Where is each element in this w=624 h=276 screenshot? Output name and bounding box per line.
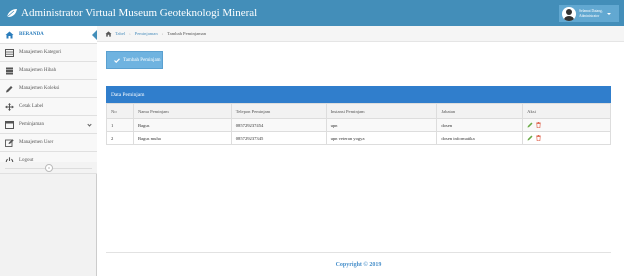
sidebar-item-cetak-label[interactable]: Cetak Label xyxy=(0,98,97,116)
sidebar-item-beranda[interactable]: BERANDA xyxy=(0,26,98,44)
breadcrumb-separator: › xyxy=(129,31,131,36)
edit-icon xyxy=(5,138,14,147)
calendar-icon xyxy=(5,120,14,129)
brand-title: Administrator Virtual Museum Geoteknolog… xyxy=(21,7,258,19)
arrows-icon xyxy=(5,102,14,111)
pencil-icon[interactable] xyxy=(527,122,533,128)
table-header-row: No Nama Peminjam Telepon Peminjam Instan… xyxy=(106,103,611,119)
breadcrumb-home[interactable]: Tabel xyxy=(115,31,125,36)
add-peminjam-label: Tambah Peminjam xyxy=(123,57,161,63)
pencil-icon[interactable] xyxy=(527,135,533,141)
column-header-nama[interactable]: Nama Peminjam xyxy=(132,103,232,119)
trash-icon[interactable] xyxy=(536,134,541,141)
sidebar-item-label: Manajemen User xyxy=(19,140,54,145)
table-row: 1 Bagus 085729237454 upn dosen xyxy=(106,118,611,132)
table-row: 2 Bagus muha 085729237345 upn veteran yo… xyxy=(106,131,611,145)
column-header-no[interactable]: No xyxy=(106,103,134,119)
cell-jabatan: dosen xyxy=(436,118,524,132)
user-greeting: Selamat Datang, xyxy=(579,9,603,14)
top-navbar: Administrator Virtual Museum Geoteknolog… xyxy=(0,0,624,26)
column-header-instansi[interactable]: Instansi Peminjam xyxy=(325,103,438,119)
footer-divider xyxy=(106,252,611,253)
user-info: Selamat Datang, Administrator xyxy=(579,9,603,17)
user-role: Administrator xyxy=(579,13,600,18)
footer-copyright: Copyright © 2019 xyxy=(335,262,382,268)
sidebar-item-manajemen-user[interactable]: Manajemen User xyxy=(0,134,97,152)
add-peminjam-button[interactable]: Tambah Peminjam xyxy=(106,51,163,69)
sidebar-collapse-row: « xyxy=(0,162,97,174)
user-menu[interactable]: Selamat Datang, Administrator xyxy=(559,5,619,22)
home-icon xyxy=(5,31,14,39)
cell-no: 2 xyxy=(106,131,134,145)
brand[interactable]: Administrator Virtual Museum Geoteknolog… xyxy=(6,0,257,26)
cell-nama: Bagus muha xyxy=(132,131,232,145)
column-header-aksi: Aksi xyxy=(522,103,611,119)
sidebar-item-label: Manajemen Hibah xyxy=(19,68,57,73)
chevron-down-icon xyxy=(87,122,92,127)
pencil-icon xyxy=(5,85,14,93)
sidebar: BERANDA Manajemen Kategori Manajemen Hib… xyxy=(0,26,98,276)
double-chevron-left-icon[interactable]: « xyxy=(45,164,53,172)
cell-jabatan: dosen informatika xyxy=(436,131,524,145)
cell-instansi: upn xyxy=(325,118,438,132)
sidebar-item-label: Manajemen Koleksi xyxy=(19,86,60,91)
sidebar-item-label: Cetak Label xyxy=(19,104,44,109)
cell-telepon: 085729237454 xyxy=(230,118,327,132)
panel-title: Data Peminjam xyxy=(111,91,145,98)
sidebar-item-manajemen-kategori[interactable]: Manajemen Kategori xyxy=(0,44,97,62)
trash-icon[interactable] xyxy=(536,121,541,128)
breadcrumb-section[interactable]: Peminjaman xyxy=(135,31,158,36)
breadcrumb: Tabel › Peminjaman › Tambah Peminjaman xyxy=(97,26,624,42)
column-header-jabatan[interactable]: Jabatan xyxy=(436,103,524,119)
sidebar-item-manajemen-koleksi[interactable]: Manajemen Koleksi xyxy=(0,80,97,98)
peminjam-table: No Nama Peminjam Telepon Peminjam Instan… xyxy=(106,103,611,145)
cell-telepon: 085729237345 xyxy=(230,131,327,145)
leaf-icon xyxy=(6,9,17,18)
sidebar-item-label: BERANDA xyxy=(19,32,44,37)
sidebar-item-label: Peminjaman xyxy=(19,122,44,127)
sidebar-item-label: Manajemen Kategori xyxy=(19,50,62,55)
sidebar-item-manajemen-hibah[interactable]: Manajemen Hibah xyxy=(0,62,97,80)
breadcrumb-separator: › xyxy=(161,31,164,36)
home-icon xyxy=(105,30,112,37)
column-header-telepon[interactable]: Telepon Peminjam xyxy=(230,103,327,119)
cell-nama: Bagus xyxy=(132,118,232,132)
database-icon xyxy=(5,67,14,75)
cell-no: 1 xyxy=(106,118,134,132)
caret-down-icon xyxy=(606,12,611,15)
breadcrumb-current: Tambah Peminjaman xyxy=(167,31,207,36)
check-icon xyxy=(114,57,120,63)
avatar xyxy=(562,6,576,21)
cell-aksi xyxy=(522,131,611,145)
list-icon xyxy=(5,48,14,57)
sidebar-item-peminjaman[interactable]: Peminjaman xyxy=(0,116,97,134)
panel-header: Data Peminjam xyxy=(106,86,611,103)
cell-aksi xyxy=(522,118,611,132)
cell-instansi: upn veteran yogya xyxy=(325,131,438,145)
